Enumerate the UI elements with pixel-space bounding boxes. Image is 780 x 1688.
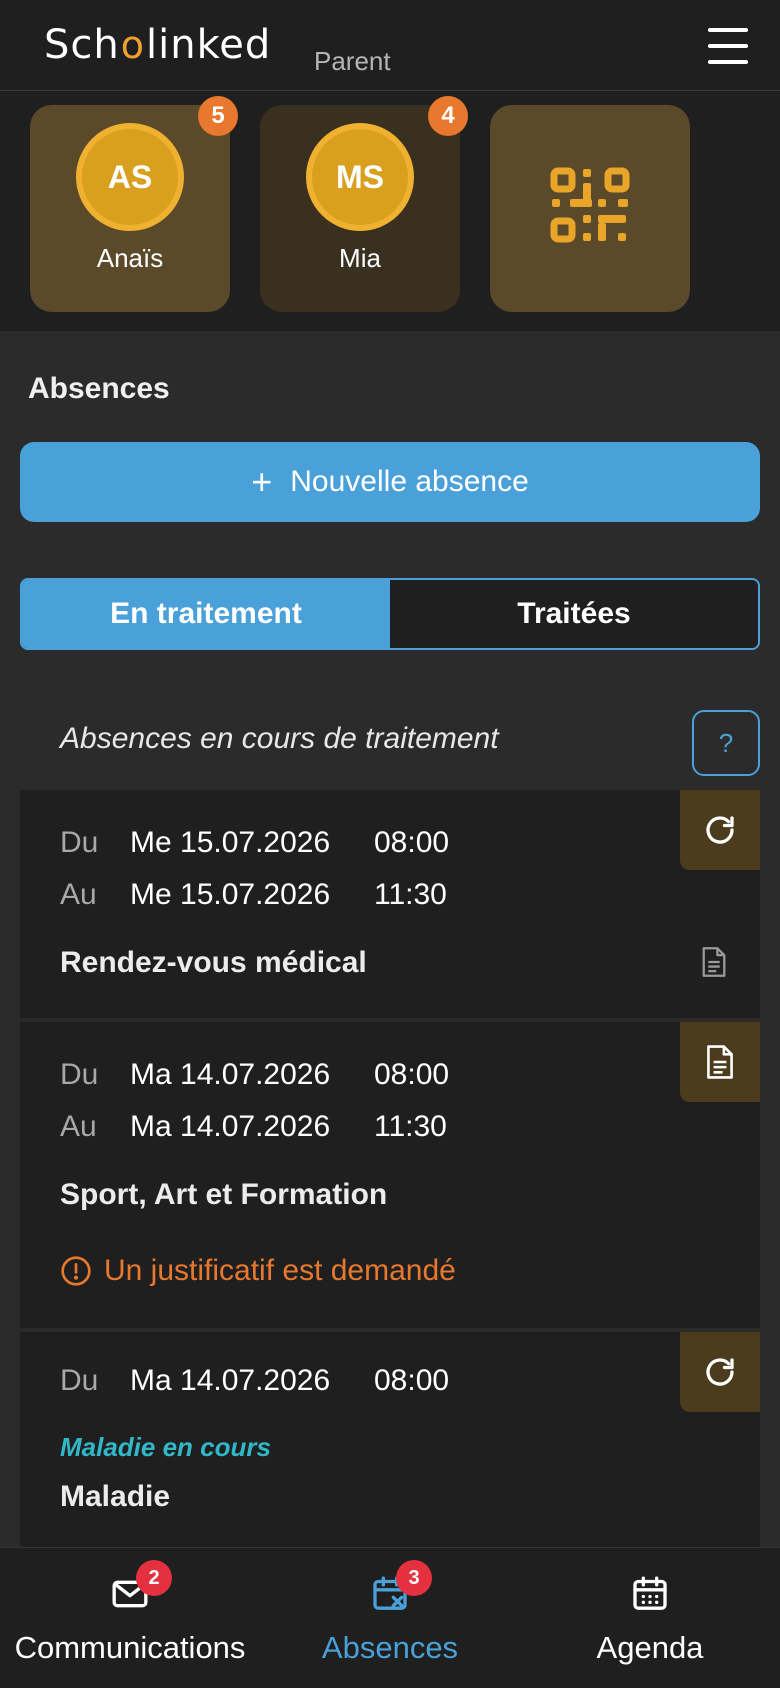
from-row: Du Ma 14.07.2026 08:00 [60, 1364, 449, 1398]
absence-status: Maladie en cours [60, 1432, 271, 1462]
status-indicator [680, 790, 760, 870]
from-date: Me 15.07.2026 [130, 826, 331, 859]
profile-card-mia[interactable]: MS Mia [260, 105, 460, 312]
app-logo: Sch o linked [44, 22, 271, 68]
bottom-navigation: 2 Communications 3 Absences Agenda [0, 1547, 780, 1688]
new-absence-button[interactable]: + Nouvelle absence [20, 442, 760, 522]
from-date: Ma 14.07.2026 [130, 1058, 331, 1091]
to-date: Me 15.07.2026 [130, 878, 331, 911]
justification-warning[interactable]: Un justificatif est demandé [60, 1254, 456, 1288]
logo-text-end: linked [145, 22, 272, 68]
top-bar: Sch o linked Parent [0, 0, 780, 91]
absence-reason: Maladie [60, 1480, 171, 1513]
calendar-icon [633, 1576, 667, 1610]
tab-processed[interactable]: Traitées [390, 580, 758, 648]
status-indicator [680, 1022, 760, 1102]
nav-label: Agenda [596, 1630, 704, 1665]
from-label: Du [60, 826, 99, 859]
to-time: 11:30 [374, 878, 447, 911]
nav-absences[interactable]: 3 Absences [260, 1548, 520, 1688]
page-title: Absences [28, 372, 170, 405]
plus-icon: + [251, 461, 273, 502]
logo-text-start: Sch [44, 22, 120, 68]
avatar: MS [306, 123, 414, 231]
new-absence-label: Nouvelle absence [290, 465, 529, 498]
profile-card-anais[interactable]: AS Anaïs [30, 105, 230, 312]
document-icon[interactable] [700, 946, 728, 978]
from-row: Du Me 15.07.2026 08:00 [60, 826, 449, 860]
from-row: Du Ma 14.07.2026 08:00 [60, 1058, 449, 1092]
to-row: Au Ma 14.07.2026 11:30 [60, 1110, 447, 1144]
alert-circle-icon [61, 1256, 91, 1286]
notification-badge: 5 [198, 96, 238, 136]
refresh-icon [706, 1358, 734, 1386]
absence-reason: Sport, Art et Formation [60, 1178, 388, 1211]
to-date: Ma 14.07.2026 [130, 1110, 331, 1143]
to-label: Au [60, 878, 97, 911]
from-date: Ma 14.07.2026 [130, 1364, 331, 1397]
notification-badge: 4 [428, 96, 468, 136]
profile-switcher: AS Anaïs 5 MS Mia 4 [0, 91, 780, 331]
help-button[interactable]: ? [692, 710, 760, 776]
absence-card[interactable]: Du Ma 14.07.2026 08:00 Au Ma 14.07.2026 … [20, 1022, 760, 1328]
nav-label: Communications [14, 1630, 246, 1665]
nav-communications[interactable]: 2 Communications [0, 1548, 260, 1688]
notification-badge: 2 [136, 1560, 172, 1596]
to-label: Au [60, 1110, 97, 1143]
from-label: Du [60, 1364, 99, 1397]
absence-card[interactable]: Du Ma 14.07.2026 08:00 Maladie en cours … [20, 1332, 760, 1547]
profile-name: Mia [339, 243, 381, 273]
tab-in-progress[interactable]: En traitement [22, 580, 390, 648]
nav-label: Absences [321, 1630, 459, 1665]
absence-card[interactable]: Du Me 15.07.2026 08:00 Au Me 15.07.2026 … [20, 790, 760, 1018]
to-row: Au Me 15.07.2026 11:30 [60, 878, 447, 912]
status-tabs: En traitement Traitées [20, 578, 760, 650]
role-label: Parent [314, 46, 391, 76]
qr-code-button[interactable] [490, 105, 690, 312]
app-screen: Scholinked Parent AS Anaïs 5 MS Mia 4 [0, 0, 780, 1688]
from-time: 08:00 [374, 1058, 450, 1091]
list-heading: Absences en cours de traitement [60, 722, 499, 755]
document-icon [707, 1045, 733, 1079]
qr-code-icon [550, 167, 630, 243]
notification-badge: 3 [396, 1560, 432, 1596]
to-time: 11:30 [374, 1110, 447, 1143]
refresh-icon [706, 816, 734, 844]
logo-bubble: o [120, 23, 145, 67]
from-time: 08:00 [374, 826, 450, 859]
avatar: AS [76, 123, 184, 231]
warning-text: Un justificatif est demandé [104, 1254, 456, 1287]
absence-reason: Rendez-vous médical [60, 946, 367, 979]
nav-agenda[interactable]: Agenda [520, 1548, 780, 1688]
from-time: 08:00 [374, 1364, 450, 1397]
from-label: Du [60, 1058, 99, 1091]
hamburger-menu-icon[interactable] [708, 28, 748, 64]
status-indicator [680, 1332, 760, 1412]
profile-name: Anaïs [96, 243, 164, 273]
